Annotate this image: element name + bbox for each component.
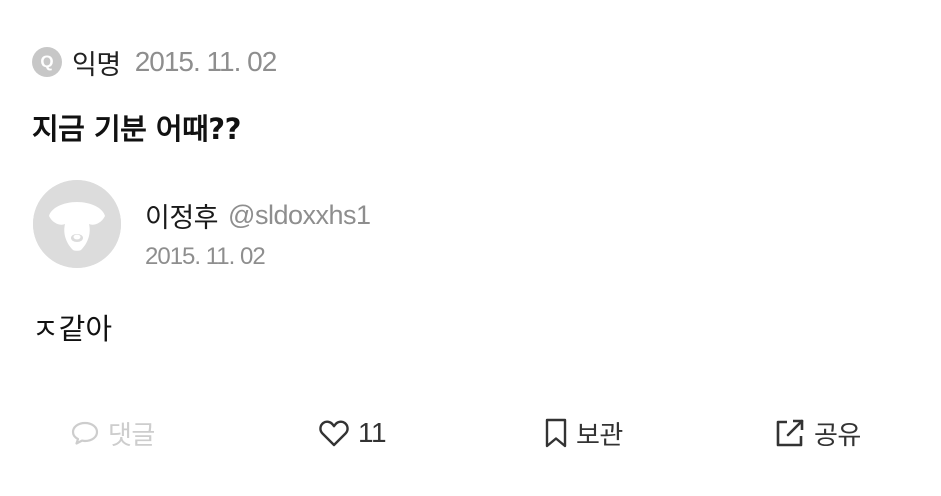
action-bar: 댓글 11 보관 공유	[0, 410, 941, 456]
comment-button[interactable]: 댓글	[70, 410, 155, 456]
question-header: Q 익명 2015. 11. 02	[32, 42, 278, 82]
answer-date: 2015. 11. 02	[145, 243, 266, 270]
question-date: 2015. 11. 02	[134, 46, 278, 77]
like-button[interactable]: 11	[318, 410, 387, 456]
answer-text: ㅈ같아	[32, 312, 113, 346]
avatar[interactable]	[33, 180, 121, 268]
question-author: 익명	[72, 49, 121, 81]
answer-handle[interactable]: @sldoxxhs1	[228, 200, 371, 231]
answer-author[interactable]: 이정후	[145, 196, 219, 235]
question-badge-icon: Q	[32, 47, 62, 77]
bookmark-label: 보관	[576, 420, 623, 451]
like-count: 11	[358, 417, 387, 448]
share-external-icon	[776, 419, 804, 447]
bookmark-button[interactable]: 보관	[544, 410, 623, 456]
comment-bubble-icon	[71, 421, 99, 445]
share-button[interactable]: 공유	[774, 410, 861, 456]
dog-avatar-icon	[33, 180, 121, 268]
share-label: 공유	[814, 420, 861, 451]
question-text: 지금 기분 어때??	[32, 112, 241, 146]
comment-label: 댓글	[108, 420, 155, 451]
answer-author-line: 이정후 @sldoxxhs1	[145, 196, 371, 235]
bookmark-icon	[545, 418, 567, 448]
heart-icon	[319, 420, 349, 447]
